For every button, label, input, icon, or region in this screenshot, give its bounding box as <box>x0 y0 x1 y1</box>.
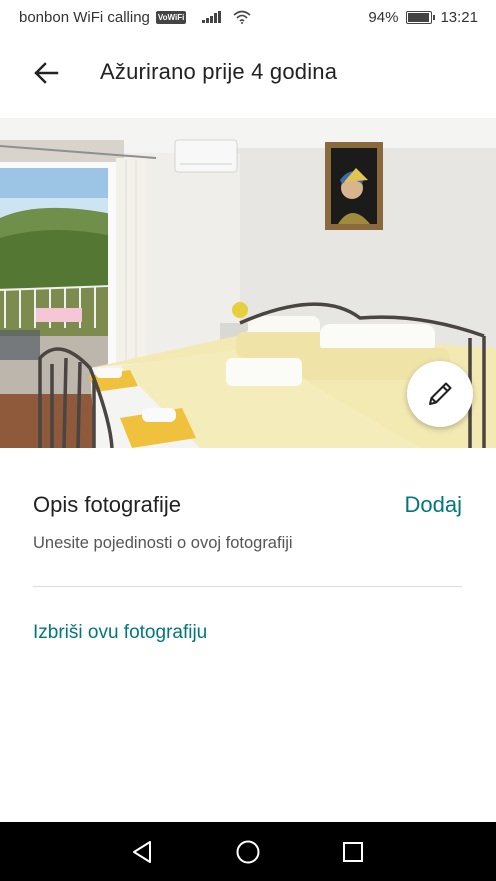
caption-placeholder: Unesite pojedinosti o ovoj fotografiji <box>33 534 293 552</box>
pencil-icon <box>429 382 452 405</box>
app-bar: Ažurirano prije 4 godina <box>0 34 496 110</box>
page-title: Ažurirano prije 4 godina <box>100 59 338 84</box>
battery-icon <box>406 10 436 24</box>
battery-percent: 94% <box>368 8 399 26</box>
system-nav-bar <box>0 822 496 881</box>
nav-back-button[interactable] <box>126 836 158 868</box>
delete-photo-link[interactable]: Izbriši ovu fotografiju <box>33 622 207 644</box>
clock: 13:21 <box>440 8 478 26</box>
status-right: 94% 13:21 <box>368 9 478 26</box>
signal-icon <box>202 11 221 23</box>
recents-square-icon <box>343 842 363 862</box>
home-circle-icon <box>236 840 260 864</box>
back-triangle-icon <box>133 841 151 863</box>
status-left: bonbon WiFi calling VoWiFi <box>19 9 251 26</box>
add-caption-button[interactable]: Dodaj <box>405 492 462 518</box>
vowifi-badge: VoWiFi <box>155 10 187 24</box>
carrier-label: bonbon WiFi calling <box>19 8 150 26</box>
status-bar: bonbon WiFi calling VoWiFi 94% 13:21 <box>0 0 496 34</box>
nav-home-button[interactable] <box>232 836 264 868</box>
back-button[interactable] <box>29 56 63 90</box>
wifi-icon <box>233 10 251 24</box>
battery-fill <box>408 12 430 22</box>
nav-recents-button[interactable] <box>337 836 369 868</box>
arrow-left-icon <box>34 62 59 84</box>
photo-caption-label: Opis fotografije <box>33 492 181 517</box>
edit-photo-button[interactable] <box>407 361 473 427</box>
divider <box>33 586 462 587</box>
